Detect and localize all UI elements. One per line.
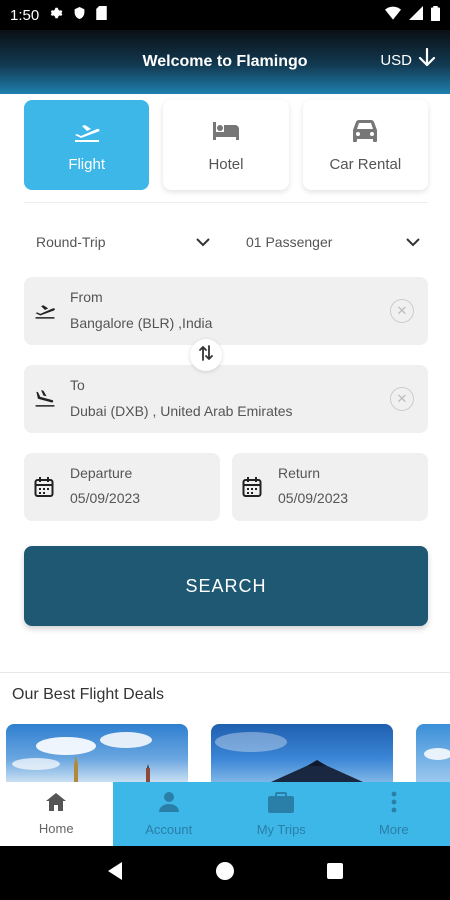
tab-hotel[interactable]: Hotel [163,100,289,190]
nav-item-account[interactable]: Account [113,782,226,846]
back-icon[interactable] [106,861,124,886]
home-circle-icon[interactable] [215,861,235,886]
page-title: Welcome to Flamingo [142,53,308,70]
tab-flight-label: Flight [68,155,105,173]
deal-card-image[interactable] [211,724,393,782]
departure-date-field[interactable]: Departure 05/09/2023 [24,453,220,521]
bottom-nav: Home Account My Trips More [0,782,450,846]
clear-from-icon[interactable]: ✕ [390,299,414,323]
nav-account-label: Account [145,822,193,837]
swap-icon [198,344,214,367]
wifi-icon [385,6,401,24]
app-header: Welcome to Flamingo USD [0,30,450,94]
swap-locations-button[interactable] [190,339,222,371]
deals-section-title: Our Best Flight Deals [12,686,165,703]
calendar-icon [242,476,262,498]
passenger-value: 01 Passenger [246,234,333,250]
person-icon [158,791,180,816]
status-right [385,5,440,25]
deal-card-image[interactable] [416,724,450,782]
clear-to-icon[interactable]: ✕ [390,387,414,411]
tab-car-rental-label: Car Rental [329,155,402,173]
tab-flight[interactable]: Flight [24,100,150,190]
to-value: Dubai (DXB) , United Arab Emirates [70,403,293,419]
currency-selector[interactable]: USD [380,47,436,72]
travel-type-tabs: Flight Hotel Car Rental [24,100,428,190]
airplane-takeoff-icon [34,299,56,321]
bed-icon [211,118,241,144]
more-vertical-icon [391,791,397,816]
departure-label: Departure [70,465,133,481]
sim-card-icon [96,6,107,24]
tab-hotel-label: Hotel [208,155,244,173]
signal-icon [409,6,423,24]
shield-icon [73,6,86,24]
calendar-icon [34,476,54,498]
status-bar: 1:50 [0,0,450,30]
trip-options: Round-Trip 01 Passenger [24,226,428,258]
system-nav-bar [0,846,450,900]
briefcase-icon [268,791,295,816]
chevron-down-icon [196,234,210,250]
recents-icon[interactable] [326,862,344,885]
divider [24,202,428,203]
arrow-down-icon [418,47,436,72]
return-date-field[interactable]: Return 05/09/2023 [232,453,428,521]
status-left: 1:50 [10,6,107,24]
chevron-down-icon [406,234,420,250]
to-label: To [70,377,85,393]
from-field[interactable]: From Bangalore (BLR) ,India ✕ [24,277,428,345]
trip-type-value: Round-Trip [36,234,106,250]
nav-item-more[interactable]: More [338,782,450,846]
nav-home-label: Home [38,821,74,836]
to-field[interactable]: To Dubai (DXB) , United Arab Emirates ✕ [24,365,428,433]
settings-icon [49,6,63,24]
tab-car-rental[interactable]: Car Rental [302,100,428,190]
car-icon [351,118,379,144]
deal-card-image[interactable] [6,724,188,782]
currency-label: USD [380,51,412,69]
airplane-landing-icon [34,387,56,409]
return-value: 05/09/2023 [278,490,349,506]
trip-type-select[interactable]: Round-Trip [24,226,218,258]
return-label: Return [278,465,321,481]
status-time: 1:50 [10,6,40,24]
nav-my-trips-label: My Trips [256,822,306,837]
airplane-takeoff-icon [73,118,101,144]
section-divider [0,672,450,673]
nav-more-label: More [378,822,409,837]
departure-value: 05/09/2023 [70,490,141,506]
home-icon [45,792,67,815]
from-value: Bangalore (BLR) ,India [70,315,213,331]
from-label: From [70,289,103,305]
main-content: Flight Hotel Car Rental Round-Trip 01 Pa… [0,94,450,782]
search-button[interactable]: SEARCH [24,546,428,626]
nav-item-my-trips[interactable]: My Trips [225,782,338,846]
battery-icon [431,5,440,25]
passenger-select[interactable]: 01 Passenger [234,226,428,258]
nav-item-home[interactable]: Home [0,782,113,846]
